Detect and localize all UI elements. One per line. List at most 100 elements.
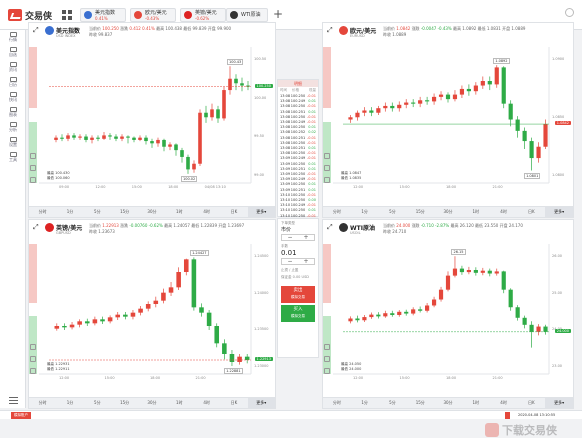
timeframe-tab[interactable]: 5分 <box>379 207 407 217</box>
sidebar-item-quotes[interactable]: 行情 <box>0 30 26 45</box>
timeframe-tab[interactable]: 更多▾ <box>545 398 574 408</box>
candle-body <box>138 137 142 140</box>
candle-body <box>228 78 232 91</box>
timeframe-tab[interactable]: 分时 <box>29 398 56 408</box>
candle-body <box>522 317 527 325</box>
sidebar-item-watchlist[interactable]: 自选 <box>0 45 26 60</box>
lot-increase-button[interactable]: + <box>298 259 314 265</box>
timeframe-tab[interactable]: 4时 <box>193 207 220 217</box>
timeframe-tab[interactable]: 30分 <box>434 207 462 217</box>
timeframe-tab[interactable]: 日K <box>220 398 247 408</box>
timeframe-tab[interactable]: 30分 <box>138 398 165 408</box>
timeframe-tab[interactable]: 分时 <box>323 207 351 217</box>
lot-input[interactable]: 0.01 <box>278 249 318 257</box>
layout-grid-icon[interactable] <box>62 10 72 20</box>
candle-body <box>107 317 113 322</box>
sidebar-item-calendar[interactable]: 日历 <box>0 75 26 90</box>
close-icon[interactable] <box>565 8 574 17</box>
tab-wti-oil[interactable]: WTI原油 <box>226 8 268 22</box>
timeframe-tab[interactable]: 1分 <box>351 207 379 217</box>
sell-button[interactable]: 卖出 模拟交易 <box>281 286 315 303</box>
timeframe-tab[interactable]: 分时 <box>29 207 56 217</box>
timeframe-tab[interactable]: 30分 <box>434 398 462 408</box>
app-name: 交易侠 <box>25 11 53 22</box>
timeframe-tab[interactable]: 更多▾ <box>545 207 574 217</box>
candle-body <box>459 88 465 95</box>
sidebar-item-label: 设置 <box>9 142 17 147</box>
candle-body <box>145 304 151 309</box>
timeframe-tab[interactable]: 15分 <box>406 207 434 217</box>
decrease-button[interactable]: − <box>282 235 298 241</box>
timeframe-tab[interactable]: 日K <box>220 207 247 217</box>
candlestick-chart[interactable] <box>323 220 575 410</box>
tab-gbpusd[interactable]: 英镑/美元 -0.62% <box>180 8 226 22</box>
candle-body <box>54 137 58 140</box>
candle-body <box>210 109 214 118</box>
timeframe-tab[interactable]: 1时 <box>166 398 193 408</box>
order-type-select[interactable]: 市价 <box>278 226 318 233</box>
buy-button[interactable]: 买入 模拟交易 <box>281 305 315 322</box>
timeframe-tab[interactable]: 5分 <box>379 398 407 408</box>
timeframe-tab[interactable]: 15分 <box>111 398 138 408</box>
sidebar-item-settings[interactable]: 设置 <box>0 135 26 150</box>
candle-body <box>501 271 506 290</box>
low-marker: 100.02 <box>181 175 198 182</box>
candle-body <box>198 112 202 164</box>
sidebar-item-tools[interactable]: 工具 <box>0 150 26 165</box>
timeframe-tab[interactable]: 日K <box>517 398 545 408</box>
candle-body <box>431 299 437 306</box>
tab-label: 欧元/美元 <box>145 9 167 16</box>
timeframe-tab[interactable]: 4时 <box>490 207 518 217</box>
timeframe-tab[interactable]: 15分 <box>111 207 138 217</box>
x-tick-label: 18:00 <box>446 185 457 189</box>
timeframe-tab[interactable]: 更多▾ <box>247 398 275 408</box>
timeframe-tab[interactable]: 4时 <box>193 398 220 408</box>
us-flag-icon <box>84 11 92 19</box>
candle-body <box>204 112 208 118</box>
timeframe-tab[interactable]: 5分 <box>84 398 111 408</box>
candle-body <box>431 96 437 102</box>
lot-stepper: − + <box>281 258 315 265</box>
sidebar-item-chart[interactable]: 图表 <box>0 105 26 120</box>
menu-icon[interactable] <box>9 397 18 404</box>
tab-eurusd[interactable]: 欧元/美元 -0.43% <box>130 8 176 22</box>
sidebar-item-label: 工具 <box>9 157 17 162</box>
timeframe-tab[interactable]: 30分 <box>138 207 165 217</box>
candle-body <box>90 137 94 140</box>
timeframe-tab[interactable]: 日K <box>517 207 545 217</box>
timeframe-tab[interactable]: 分时 <box>323 398 351 408</box>
timeframe-bar: 分时 1分 5分 15分 30分 1时 4时 日K 更多▾ <box>29 206 275 217</box>
current-price-tag: 100.250 <box>254 83 273 88</box>
timeframe-tab[interactable]: 1分 <box>351 398 379 408</box>
candle-body <box>138 308 143 313</box>
tab-usd-index[interactable]: 美元指数 0.41% <box>80 8 126 22</box>
timeframe-tab[interactable]: 1时 <box>166 207 193 217</box>
timeframe-tab[interactable]: 5分 <box>84 207 111 217</box>
increase-button[interactable]: + <box>298 235 314 241</box>
account-status[interactable]: 模拟账户 <box>11 412 31 419</box>
lot-decrease-button[interactable]: − <box>282 259 298 265</box>
add-tab-button[interactable]: + <box>271 8 285 22</box>
timeframe-tab[interactable]: 1时 <box>462 207 490 217</box>
timeframe-tab[interactable]: 15分 <box>406 398 434 408</box>
x-tick-label: 12:00 <box>95 185 106 189</box>
candlestick-chart[interactable] <box>29 220 277 410</box>
candle-body <box>123 314 128 317</box>
candle-body <box>66 135 70 139</box>
timeframe-tab[interactable]: 更多▾ <box>247 207 275 217</box>
sidebar-item-flash[interactable]: 快讯 <box>0 90 26 105</box>
timeframe-tab[interactable]: 4时 <box>490 398 518 408</box>
candle-body <box>404 311 409 314</box>
timeframe-tab[interactable]: 1分 <box>56 207 83 217</box>
y-tick-label: 23.00 <box>552 364 563 368</box>
candlestick-chart[interactable] <box>323 23 575 219</box>
candle-body <box>102 135 106 139</box>
sidebar-item-news[interactable]: 资讯 <box>0 60 26 75</box>
candle-body <box>240 83 244 86</box>
app-logo: 交易侠 <box>8 8 52 22</box>
timeframe-tab[interactable]: 1时 <box>462 398 490 408</box>
candlestick-chart[interactable] <box>29 23 277 219</box>
sidebar-item-analysis[interactable]: 分析 <box>0 120 26 135</box>
ladder-col: 现量 <box>309 88 316 92</box>
timeframe-tab[interactable]: 1分 <box>56 398 83 408</box>
